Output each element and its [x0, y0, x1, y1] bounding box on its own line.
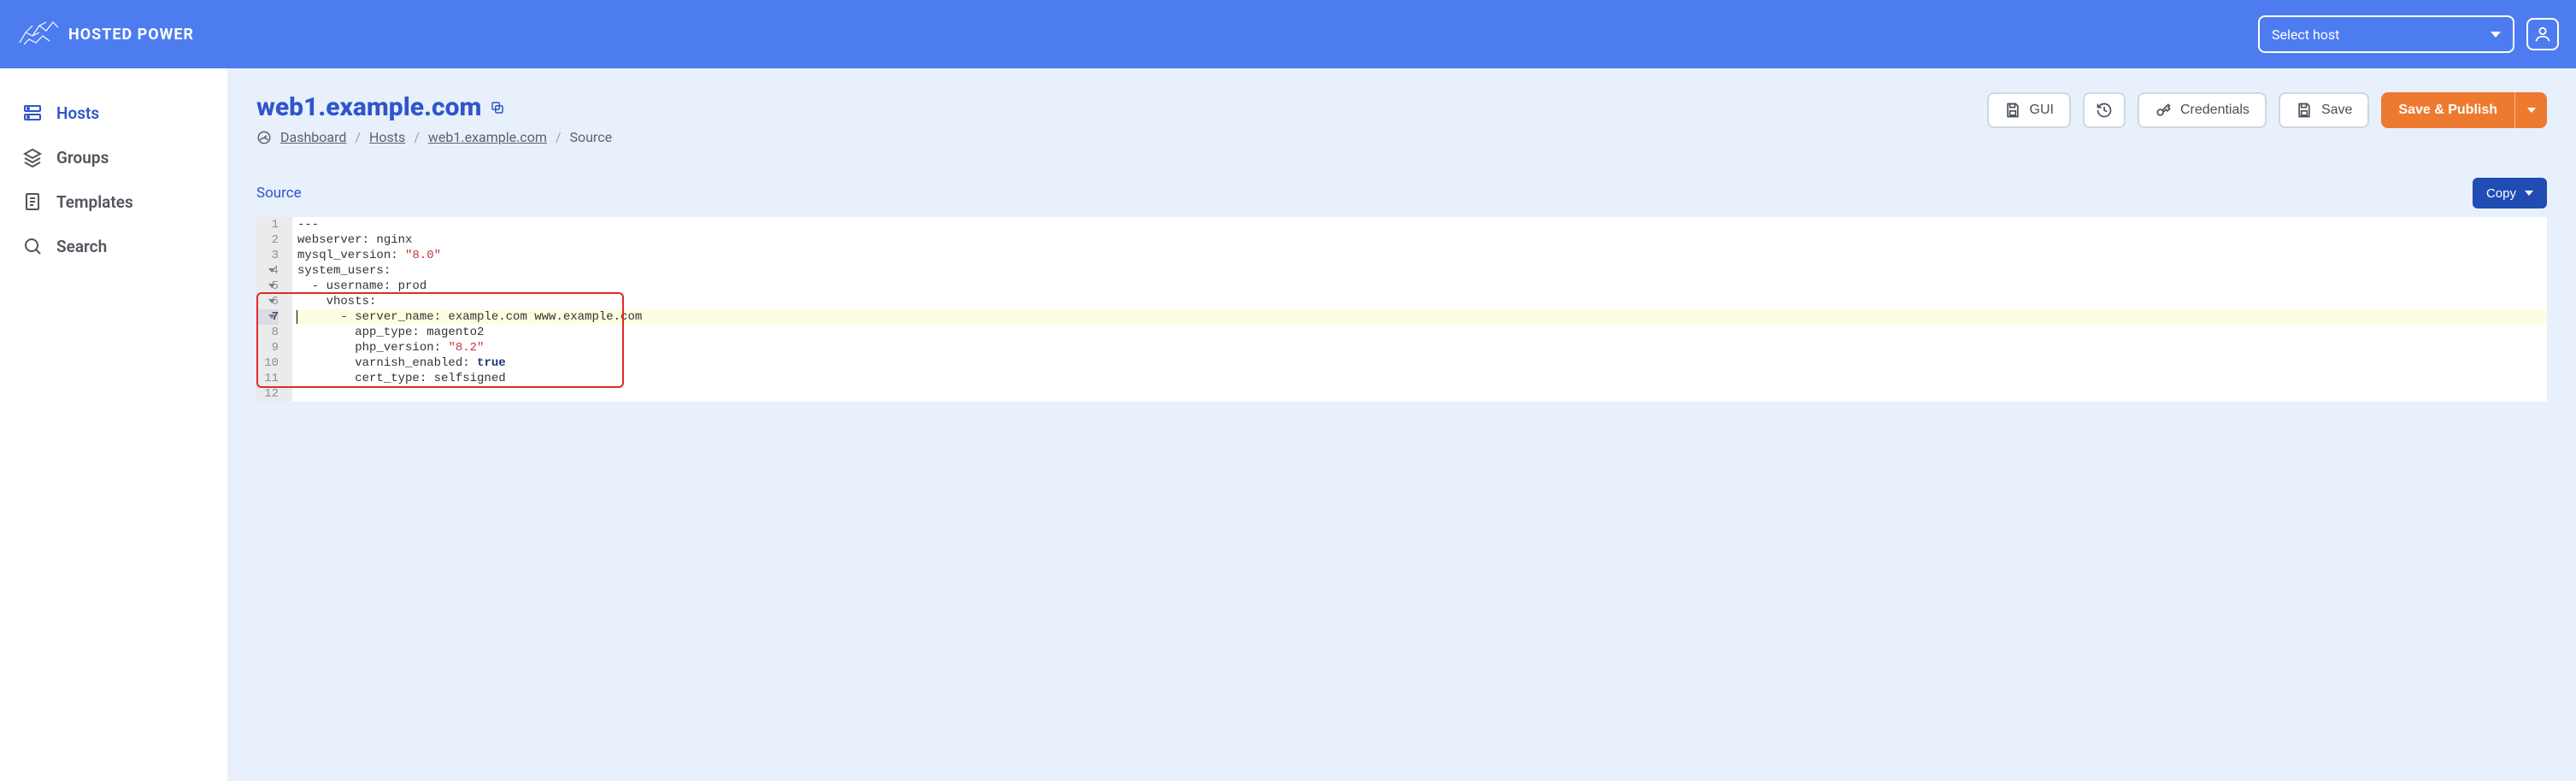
save-label: Save [2321, 103, 2352, 118]
chevron-down-icon [2527, 108, 2536, 113]
line-number: 2 [256, 232, 279, 248]
chevron-down-icon [2525, 191, 2533, 196]
gui-label: GUI [2030, 103, 2054, 118]
save-disk-icon [2296, 102, 2313, 119]
code-line[interactable]: vhosts: [297, 294, 2547, 309]
line-number: 3 [256, 248, 279, 263]
search-icon [22, 236, 43, 256]
code-line[interactable]: varnish_enabled: true [297, 355, 2547, 371]
breadcrumb-hosts[interactable]: Hosts [369, 129, 405, 145]
editor-gutter: 123456789101112 [256, 217, 292, 402]
layers-icon [22, 147, 43, 167]
key-icon [2155, 102, 2172, 119]
save-publish-dropdown[interactable] [2514, 92, 2547, 128]
user-menu-button[interactable] [2526, 18, 2559, 50]
save-disk-icon [2004, 102, 2021, 119]
code-line[interactable]: cert_type: selfsigned [297, 371, 2547, 386]
code-line[interactable]: - username: prod [297, 279, 2547, 294]
file-icon [22, 191, 43, 212]
code-line[interactable]: php_version: "8.2" [297, 340, 2547, 355]
copy-button[interactable]: Copy [2473, 178, 2547, 208]
code-line[interactable]: - server_name: example.com www.example.c… [297, 309, 2547, 325]
breadcrumb-host[interactable]: web1.example.com [428, 129, 547, 145]
code-line[interactable] [297, 386, 2547, 402]
dashboard-icon [256, 130, 272, 145]
host-select-placeholder: Select host [2272, 26, 2339, 43]
sidebar-item-label: Hosts [56, 103, 99, 123]
page-title: web1.example.com [256, 92, 612, 122]
panther-icon [17, 17, 60, 51]
user-icon [2533, 25, 2552, 44]
host-select[interactable]: Select host [2258, 15, 2514, 53]
history-button[interactable] [2083, 92, 2126, 128]
server-icon [22, 103, 43, 123]
code-line[interactable]: webserver: nginx [297, 232, 2547, 248]
line-number: 6 [256, 294, 279, 309]
credentials-label: Credentials [2180, 103, 2250, 118]
code-line[interactable]: --- [297, 217, 2547, 232]
main-content: web1.example.com Dashboard / Hosts / [227, 68, 2576, 781]
line-number: 9 [256, 340, 279, 355]
sidebar-item-hosts[interactable]: Hosts [15, 94, 212, 132]
sidebar: Hosts Groups Templates Search [0, 68, 227, 781]
breadcrumb-dashboard[interactable]: Dashboard [280, 129, 346, 145]
save-publish-button[interactable]: Save & Publish [2381, 92, 2514, 128]
sidebar-item-templates[interactable]: Templates [15, 183, 212, 220]
section-title: Source [256, 185, 302, 202]
line-number: 7 [256, 309, 279, 325]
save-publish-split: Save & Publish [2381, 92, 2547, 128]
sidebar-item-label: Templates [56, 192, 133, 212]
breadcrumb-sep: / [355, 129, 361, 145]
sidebar-item-groups[interactable]: Groups [15, 138, 212, 176]
code-line[interactable]: app_type: magento2 [297, 325, 2547, 340]
copy-label: Copy [2486, 186, 2516, 201]
breadcrumb: Dashboard / Hosts / web1.example.com / S… [256, 129, 612, 145]
breadcrumb-sep: / [556, 129, 562, 145]
line-number: 11 [256, 371, 279, 386]
line-number: 10 [256, 355, 279, 371]
line-number: 12 [256, 386, 279, 402]
chevron-down-icon [2491, 32, 2501, 38]
line-number: 8 [256, 325, 279, 340]
brand-logo: HOSTED POWER [17, 17, 194, 51]
brand-text: HOSTED POWER [68, 26, 194, 44]
code-line[interactable]: system_users: [297, 263, 2547, 279]
credentials-button[interactable]: Credentials [2138, 92, 2267, 128]
history-icon [2096, 102, 2113, 119]
sidebar-item-label: Search [56, 237, 107, 256]
breadcrumb-current: Source [569, 129, 612, 145]
line-number: 5 [256, 279, 279, 294]
page-actions: GUI Credentials [1987, 92, 2547, 128]
line-number: 1 [256, 217, 279, 232]
source-editor[interactable]: 123456789101112 ---webserver: nginxmysql… [256, 217, 2547, 402]
line-number: 4 [256, 263, 279, 279]
save-button[interactable]: Save [2279, 92, 2369, 128]
code-line[interactable]: mysql_version: "8.0" [297, 248, 2547, 263]
gui-button[interactable]: GUI [1987, 92, 2071, 128]
sidebar-item-search[interactable]: Search [15, 227, 212, 265]
copy-icon[interactable] [490, 100, 505, 115]
top-header: HOSTED POWER Select host [0, 0, 2576, 68]
breadcrumb-sep: / [414, 129, 420, 145]
sidebar-item-label: Groups [56, 148, 109, 167]
editor-code[interactable]: ---webserver: nginxmysql_version: "8.0"s… [292, 217, 2547, 402]
page-title-text: web1.example.com [256, 92, 481, 122]
